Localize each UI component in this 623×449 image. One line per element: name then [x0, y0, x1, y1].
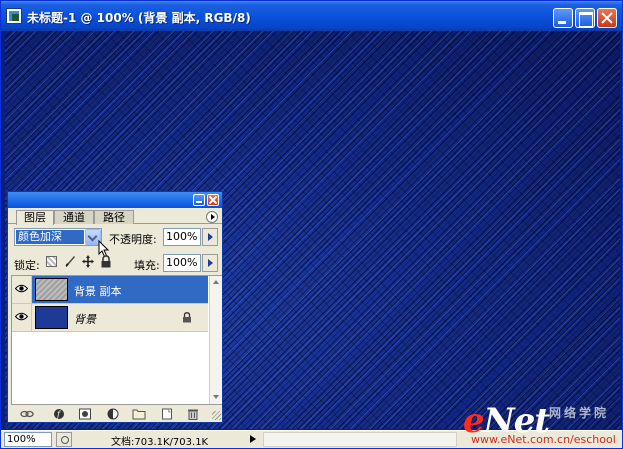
layer-lock-icon: [183, 312, 191, 323]
panel-close-button[interactable]: [207, 194, 219, 206]
fill-slider-arrow-icon[interactable]: [202, 254, 218, 272]
lock-position-move-icon[interactable]: [82, 255, 94, 268]
tab-channels[interactable]: 通道: [54, 210, 94, 224]
layers-panel-toolbar: f: [8, 406, 222, 422]
layers-panel: 图层 通道 路径 颜色加深 不透明度: 100% 锁定: 填充: 100% 背景…: [7, 191, 223, 423]
zoom-field[interactable]: 100%: [4, 432, 52, 447]
horizontal-scrollbar[interactable]: [263, 432, 457, 447]
layers-list: 背景 副本 背景: [11, 275, 222, 405]
maximize-button[interactable]: [575, 8, 595, 28]
eye-icon: [15, 312, 28, 321]
enet-url: www.eNet.com.cn/eschool: [471, 433, 616, 446]
scroll-down-icon[interactable]: [210, 391, 222, 403]
panel-titlebar[interactable]: [8, 192, 222, 208]
panel-menu-icon[interactable]: [206, 211, 218, 223]
minimize-button[interactable]: [553, 8, 573, 28]
panel-resize-grip[interactable]: [212, 411, 221, 420]
status-menu-arrow-icon[interactable]: [247, 433, 259, 446]
document-size-label: 文档:703.1K/703.1K: [111, 437, 209, 448]
lock-image-pixels-brush-icon[interactable]: [64, 255, 76, 268]
lock-label: 锁定:: [14, 259, 40, 272]
layer-visibility-toggle[interactable]: [12, 304, 32, 331]
lock-all-icon[interactable]: [100, 255, 112, 268]
layer-name: 背景: [74, 313, 96, 326]
layer-thumbnail: [35, 306, 68, 329]
blend-mode-value: 颜色加深: [16, 230, 84, 244]
panel-tabs: 图层 通道 路径: [8, 208, 222, 225]
opacity-label: 不透明度:: [109, 233, 157, 246]
new-layer-icon[interactable]: [160, 408, 174, 420]
layer-thumbnail: [35, 278, 68, 301]
layer-visibility-toggle[interactable]: [12, 276, 32, 303]
link-layers-icon[interactable]: [20, 408, 34, 420]
panel-minimize-button[interactable]: [193, 194, 205, 206]
trash-icon[interactable]: [186, 408, 200, 420]
layer-style-icon[interactable]: f: [52, 408, 66, 420]
blend-mode-select[interactable]: 颜色加深: [14, 228, 102, 246]
fill-label: 填充:: [134, 259, 160, 272]
eye-icon: [15, 284, 28, 293]
layer-row-background-copy[interactable]: 背景 副本: [12, 276, 208, 304]
new-group-folder-icon[interactable]: [132, 408, 146, 420]
opacity-slider-arrow-icon[interactable]: [202, 228, 218, 246]
status-nav-button[interactable]: [56, 432, 72, 447]
layers-list-scrollbar[interactable]: [209, 276, 222, 404]
close-button[interactable]: [597, 8, 617, 28]
document-titlebar[interactable]: 未标题-1 @ 100% (背景 副本, RGB/8): [1, 1, 622, 31]
enet-cn-text: 网络学院: [549, 406, 610, 420]
document-title: 未标题-1 @ 100% (背景 副本, RGB/8): [27, 11, 251, 25]
layer-name: 背景 副本: [74, 285, 122, 298]
photoshop-document-icon[interactable]: [6, 8, 22, 24]
tab-paths[interactable]: 路径: [94, 210, 134, 224]
tab-layers[interactable]: 图层: [16, 210, 54, 225]
layer-mask-icon[interactable]: [78, 408, 92, 420]
fill-input[interactable]: 100%: [163, 254, 201, 272]
layer-row-background[interactable]: 背景: [12, 304, 208, 332]
opacity-input[interactable]: 100%: [163, 228, 201, 246]
adjustment-layer-icon[interactable]: [106, 408, 120, 420]
lock-transparent-pixels-icon[interactable]: [46, 256, 57, 267]
scroll-up-icon[interactable]: [210, 276, 222, 288]
